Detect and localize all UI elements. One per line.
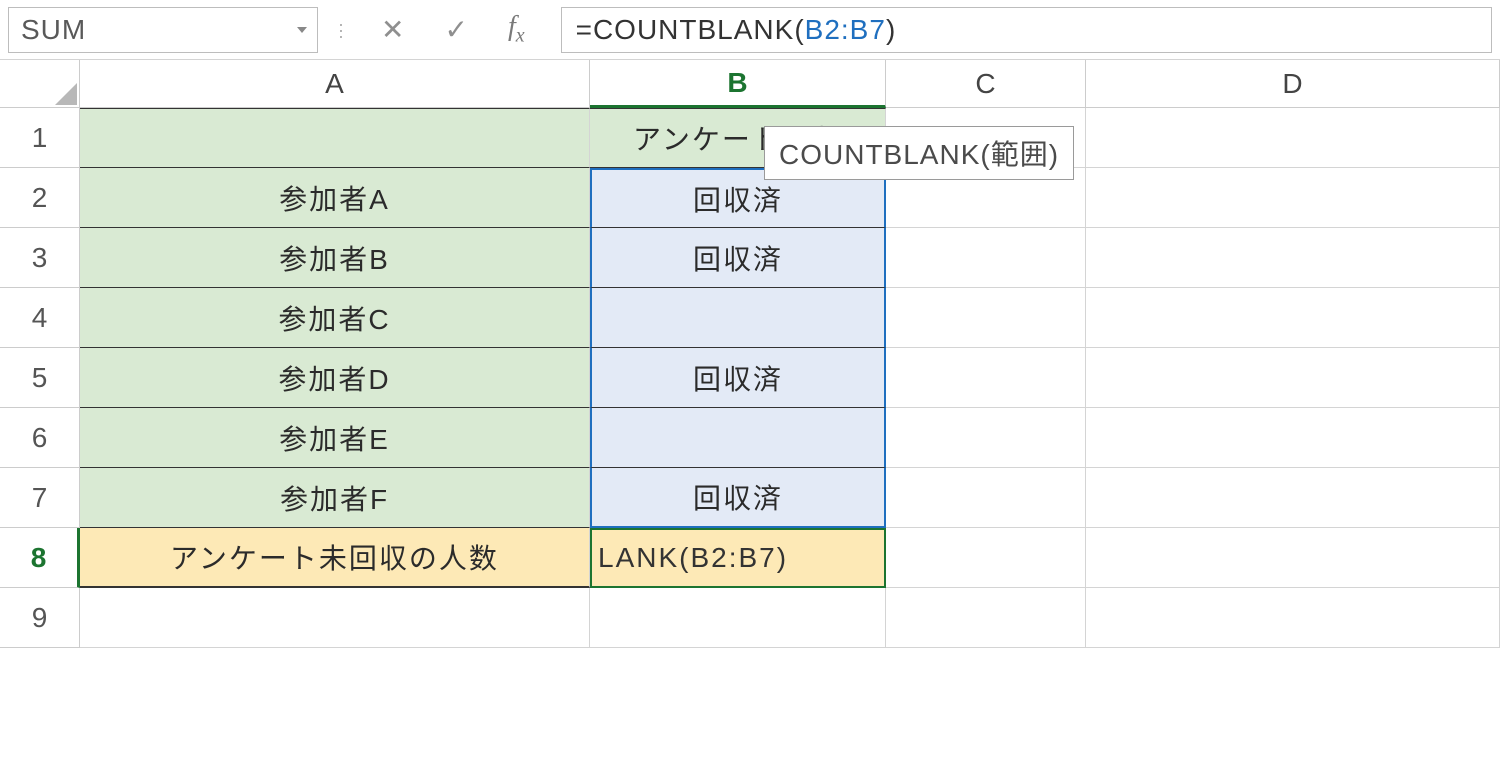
cell-B5[interactable]: 回収済 [590, 348, 886, 408]
fx-icon[interactable]: fx [508, 11, 525, 48]
formula-prefix: =COUNTBLANK( [576, 14, 805, 46]
formula-suffix: ) [886, 14, 896, 46]
cell-A8[interactable]: アンケート未回収の人数 [80, 528, 590, 588]
formula-bar-buttons: ✕ ✓ fx [365, 11, 541, 48]
confirm-icon[interactable]: ✓ [444, 13, 467, 46]
cell-D1[interactable] [1086, 108, 1500, 168]
cell-D2[interactable] [1086, 168, 1500, 228]
cell-C7[interactable] [886, 468, 1086, 528]
cell-B9[interactable] [590, 588, 886, 648]
cell-D6[interactable] [1086, 408, 1500, 468]
cell-A3[interactable]: 参加者B [80, 228, 590, 288]
formula-ref: B2:B7 [805, 14, 886, 46]
cell-D7[interactable] [1086, 468, 1500, 528]
name-box[interactable]: SUM [8, 7, 318, 53]
row-header-4[interactable]: 4 [0, 288, 80, 348]
cell-A2[interactable]: 参加者A [80, 168, 590, 228]
row-header-9[interactable]: 9 [0, 588, 80, 648]
cell-A5[interactable]: 参加者D [80, 348, 590, 408]
col-header-A[interactable]: A [80, 60, 590, 108]
cell-B8-editing[interactable]: LANK(B2:B7) [590, 528, 886, 588]
row-header-7[interactable]: 7 [0, 468, 80, 528]
row-header-8[interactable]: 8 [0, 528, 80, 588]
cell-A4[interactable]: 参加者C [80, 288, 590, 348]
cell-C6[interactable] [886, 408, 1086, 468]
cell-D8[interactable] [1086, 528, 1500, 588]
cell-B4[interactable] [590, 288, 886, 348]
column-headers: A B C D [0, 60, 1500, 108]
col-header-B[interactable]: B [590, 60, 886, 108]
cell-A7[interactable]: 参加者F [80, 468, 590, 528]
cell-C4[interactable] [886, 288, 1086, 348]
function-tooltip[interactable]: COUNTBLANK(範囲) [764, 126, 1074, 180]
chevron-down-icon[interactable] [297, 27, 307, 33]
row-header-5[interactable]: 5 [0, 348, 80, 408]
cancel-icon[interactable]: ✕ [381, 13, 404, 46]
name-box-value: SUM [21, 14, 86, 46]
cell-B3[interactable]: 回収済 [590, 228, 886, 288]
row-header-2[interactable]: 2 [0, 168, 80, 228]
formula-input[interactable]: =COUNTBLANK(B2:B7) [561, 7, 1492, 53]
cell-D5[interactable] [1086, 348, 1500, 408]
col-header-D[interactable]: D [1086, 60, 1500, 108]
row-header-1[interactable]: 1 [0, 108, 80, 168]
cell-A9[interactable] [80, 588, 590, 648]
cell-D3[interactable] [1086, 228, 1500, 288]
drag-dots-icon: ··· [338, 22, 345, 38]
cell-B7[interactable]: 回収済 [590, 468, 886, 528]
row-header-3[interactable]: 3 [0, 228, 80, 288]
cell-C8[interactable] [886, 528, 1086, 588]
cell-C3[interactable] [886, 228, 1086, 288]
cell-A6[interactable]: 参加者E [80, 408, 590, 468]
cell-D9[interactable] [1086, 588, 1500, 648]
col-header-C[interactable]: C [886, 60, 1086, 108]
cell-A1[interactable] [80, 108, 590, 168]
tooltip-text: COUNTBLANK(範囲) [779, 139, 1059, 170]
select-all-corner[interactable] [0, 60, 80, 108]
cell-C5[interactable] [886, 348, 1086, 408]
spreadsheet-grid: 1 アンケート回収 2 参加者A 回収済 3 参加者B 回収済 4 参加者C 5… [0, 108, 1500, 648]
cell-B6[interactable] [590, 408, 886, 468]
cell-D4[interactable] [1086, 288, 1500, 348]
row-header-6[interactable]: 6 [0, 408, 80, 468]
cell-C9[interactable] [886, 588, 1086, 648]
formula-bar: SUM ··· ✕ ✓ fx =COUNTBLANK(B2:B7) [0, 0, 1500, 60]
